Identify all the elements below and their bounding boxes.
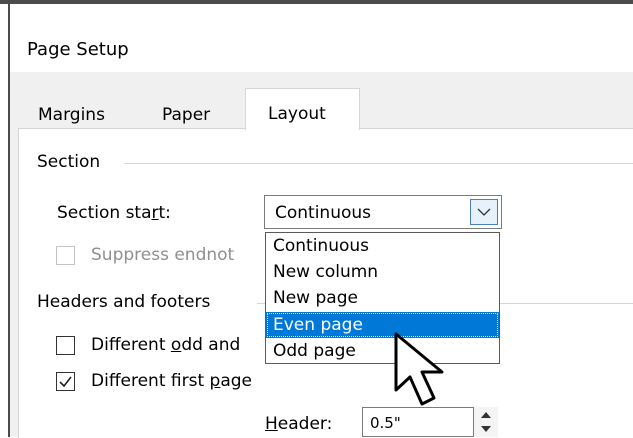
section-start-label-colon: t: xyxy=(158,203,171,223)
tab-margins-label: Margins xyxy=(38,105,105,125)
section-start-dropdown-button[interactable] xyxy=(470,199,498,225)
tab-layout-label: Layout xyxy=(268,104,326,124)
headers-footers-group-label: Headers and footers xyxy=(37,292,211,312)
different-odd-even-label: Different odd and xyxy=(91,335,240,355)
suppress-endnotes-checkbox[interactable] xyxy=(56,246,75,265)
tab-paper[interactable]: Paper xyxy=(162,105,210,125)
section-start-label: Section start: xyxy=(57,203,171,223)
dropdown-option-new-column[interactable]: New column xyxy=(266,259,499,285)
different-first-page-label: Different first page xyxy=(91,371,252,391)
section-group-label: Section xyxy=(37,152,101,172)
tab-paper-label: Paper xyxy=(162,105,211,125)
section-start-value: Continuous xyxy=(275,203,372,223)
title-bar[interactable]: Page Setup xyxy=(10,4,633,72)
checkmark-icon xyxy=(59,376,72,388)
page-setup-dialog: Page Setup Margins Paper Layout Section … xyxy=(0,0,633,438)
first-page-label-rest: age xyxy=(220,371,252,391)
tab-layout[interactable]: Layout xyxy=(245,88,360,130)
header-label-accesskey: H xyxy=(265,414,278,434)
header-label-text: eader: xyxy=(277,414,333,434)
different-first-page-checkbox[interactable] xyxy=(56,372,75,391)
dialog-title: Page Setup xyxy=(27,39,129,60)
dropdown-option-new-page[interactable]: New page xyxy=(266,285,499,311)
suppress-endnotes-label: Suppress endnot xyxy=(91,245,235,265)
window-border-left xyxy=(8,0,10,437)
mouse-cursor-icon xyxy=(394,332,444,406)
tab-margins[interactable]: Margins xyxy=(38,105,105,125)
section-start-label-text: Section sta xyxy=(57,203,152,223)
first-page-label-text: Different first xyxy=(91,371,210,391)
dropdown-option-label: Continuous xyxy=(273,236,370,256)
spin-down-icon xyxy=(481,426,491,432)
dropdown-option-label: New page xyxy=(273,288,358,308)
dropdown-option-continuous[interactable]: Continuous xyxy=(266,233,499,259)
odd-even-label-accesskey: o xyxy=(170,335,182,355)
dropdown-option-label: New column xyxy=(273,262,379,282)
header-distance-label: Header: xyxy=(265,414,332,434)
section-start-combobox[interactable]: Continuous xyxy=(264,195,502,229)
odd-even-label-text: Different xyxy=(91,335,171,355)
different-odd-even-checkbox[interactable] xyxy=(56,336,75,355)
dropdown-option-label: Odd page xyxy=(273,341,356,361)
dropdown-option-label: Even page xyxy=(273,315,363,335)
first-page-label-accesskey: p xyxy=(209,371,221,391)
chevron-down-icon xyxy=(477,208,491,216)
odd-even-label-rest: dd and xyxy=(181,335,241,355)
section-start-label-accesskey: r xyxy=(151,203,159,223)
section-group-divider xyxy=(124,163,633,164)
